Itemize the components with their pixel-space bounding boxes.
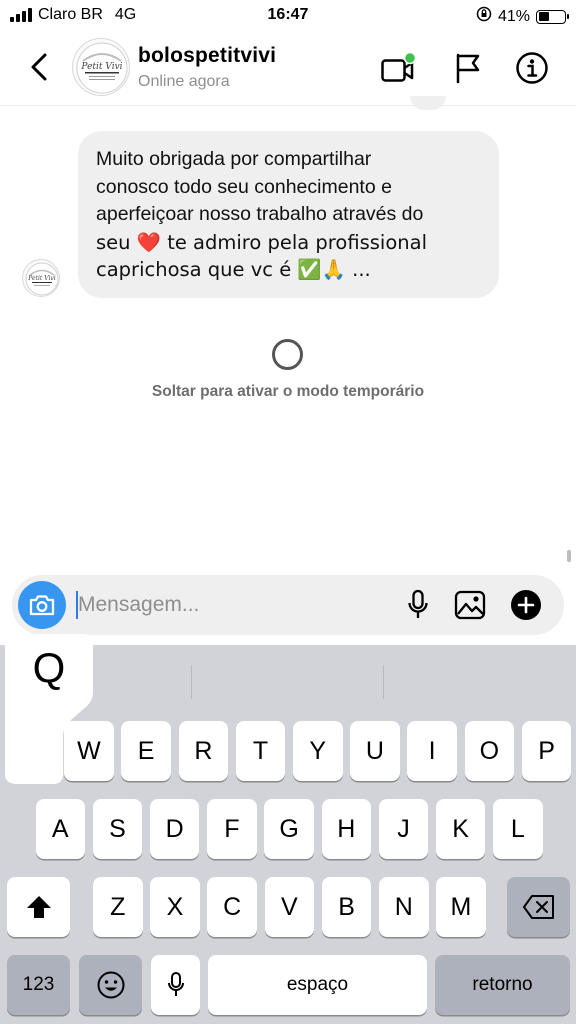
message-line: aperfeiçoar nosso trabalho através do	[96, 203, 424, 225]
info-button[interactable]	[514, 50, 550, 86]
avatar[interactable]: Petit Vivi	[72, 38, 130, 96]
key-popup-letter: Q	[32, 644, 66, 691]
message-line: Muito obrigada por compartilhar	[96, 148, 372, 170]
key-n[interactable]: N	[379, 877, 429, 937]
online-dot	[403, 51, 416, 65]
online-status: Online agora	[138, 73, 230, 90]
message-line: conosco todo seu conhecimento e	[96, 175, 392, 198]
key-f[interactable]: F	[207, 799, 257, 859]
svg-text:Petit Vivi: Petit Vivi	[80, 62, 122, 72]
message-bubble[interactable]: Muito obrigada por compartilhar conosco …	[78, 131, 499, 298]
message-line: caprichosa que vc é ✅🙏 ...	[96, 258, 371, 281]
emoji-key[interactable]	[79, 955, 142, 1015]
scrollbar[interactable]	[567, 550, 571, 562]
shift-key[interactable]	[7, 877, 70, 937]
contact-username[interactable]: bolospetitvivi	[138, 44, 276, 68]
space-key[interactable]: espaço	[208, 955, 427, 1015]
microphone-icon	[408, 589, 428, 618]
key-h[interactable]: H	[321, 799, 371, 859]
message-avatar[interactable]: Petit Vivi	[22, 259, 60, 297]
key-o[interactable]: O	[464, 721, 515, 781]
report-button[interactable]	[450, 50, 486, 86]
numbers-key[interactable]: 123	[7, 955, 70, 1015]
back-button[interactable]	[22, 50, 56, 84]
camera-button[interactable]	[18, 581, 66, 629]
info-icon	[516, 52, 548, 84]
flag-icon	[456, 53, 480, 84]
gallery-button[interactable]	[452, 587, 488, 623]
emoji-icon	[97, 971, 124, 999]
shift-icon	[26, 896, 51, 918]
key-k[interactable]: K	[435, 799, 486, 859]
key-x[interactable]: X	[150, 877, 200, 937]
key-c[interactable]: C	[207, 877, 257, 937]
video-call-button[interactable]	[380, 50, 416, 86]
message-input[interactable]	[78, 589, 378, 621]
vanish-mode-indicator	[272, 339, 303, 370]
key-s[interactable]: S	[92, 799, 143, 859]
backspace-key[interactable]	[507, 877, 570, 937]
suggestion-divider	[191, 665, 192, 699]
key-v[interactable]: V	[264, 877, 315, 937]
plus-circle-icon	[511, 590, 541, 620]
petit-vivi-logo: Petit Vivi	[76, 42, 128, 94]
dictation-key[interactable]	[151, 955, 200, 1015]
key-j[interactable]: J	[378, 799, 429, 859]
svg-text:Petit Vivi: Petit Vivi	[27, 275, 56, 282]
video-camera-icon	[381, 51, 416, 82]
status-bar: Claro BR 4G 16:47 41%	[0, 0, 576, 30]
petit-vivi-logo: Petit Vivi	[25, 262, 59, 296]
key-a[interactable]: A	[35, 799, 85, 859]
battery-icon	[536, 9, 569, 24]
suggestion-divider	[383, 665, 384, 699]
image-icon	[454, 590, 486, 620]
battery-percent: 41%	[497, 7, 530, 25]
key-p[interactable]: P	[521, 721, 572, 781]
key-m[interactable]: M	[436, 877, 486, 937]
voice-message-button[interactable]	[400, 587, 436, 623]
key-y[interactable]: Y	[293, 721, 343, 781]
orientation-lock-icon	[476, 6, 492, 27]
previous-message-bubble	[410, 96, 446, 110]
message-composer	[12, 575, 564, 635]
key-r[interactable]: R	[178, 721, 229, 781]
key-d[interactable]: D	[149, 799, 200, 859]
message-line: seu ❤️ te admiro pela profissional	[96, 230, 428, 254]
chevron-left-icon	[31, 53, 47, 81]
chat-header: Petit Vivi bolospetitvivi Online agora	[0, 30, 576, 106]
more-button[interactable]	[508, 587, 544, 623]
vanish-mode-hint: Soltar para ativar o modo temporário	[151, 383, 425, 400]
key-i[interactable]: I	[407, 721, 457, 781]
key-z[interactable]: Z	[93, 877, 143, 937]
backspace-icon	[522, 895, 554, 919]
key-g[interactable]: G	[264, 799, 314, 859]
key-u[interactable]: U	[350, 721, 400, 781]
camera-icon	[29, 595, 55, 616]
key-b[interactable]: B	[321, 877, 372, 937]
key-l[interactable]: L	[493, 799, 543, 859]
return-key[interactable]: retorno	[435, 955, 570, 1015]
microphone-icon	[167, 972, 184, 996]
key-t[interactable]: T	[235, 721, 286, 781]
key-e[interactable]: E	[121, 721, 171, 781]
